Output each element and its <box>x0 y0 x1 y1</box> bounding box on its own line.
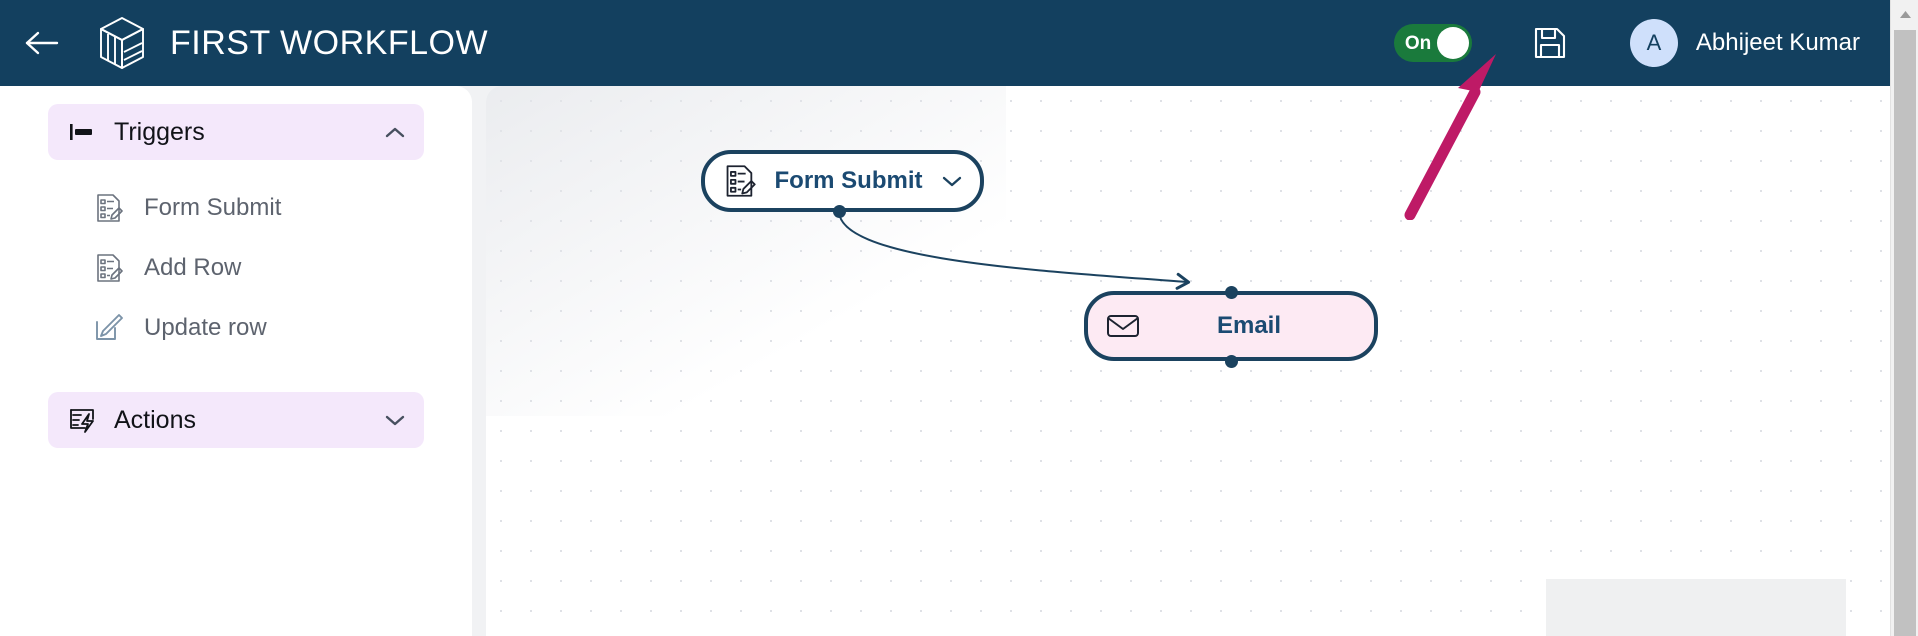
sidebar-item-label: Add Row <box>144 254 242 281</box>
workflow-canvas[interactable]: Form Submit Email <box>486 86 1890 636</box>
sidebar-section-label: Triggers <box>114 117 205 146</box>
sidebar-item-label: Form Submit <box>144 194 282 221</box>
scroll-up-button[interactable] <box>1891 0 1918 28</box>
user-name: Abhijeet Kumar <box>1695 29 1860 56</box>
canvas-sheen <box>486 86 1006 416</box>
node-input-port[interactable] <box>1225 286 1238 299</box>
node-email[interactable]: Email <box>1084 291 1378 361</box>
node-output-port[interactable] <box>1225 355 1238 368</box>
node-form-submit[interactable]: Form Submit <box>701 150 984 212</box>
toggle-knob <box>1436 27 1469 59</box>
sidebar-section-actions[interactable]: Actions <box>48 392 424 448</box>
floppy-disk-save-icon <box>1534 27 1565 59</box>
sidebar-item-label: Update row <box>144 314 267 341</box>
edge-form-submit-to-email <box>838 211 1191 290</box>
sidebar-section-triggers[interactable]: Triggers <box>48 104 424 160</box>
actions-lightning-icon <box>68 405 98 435</box>
sidebar-section-label: Actions <box>114 405 196 434</box>
cube-logo-icon <box>96 15 148 71</box>
arrow-left-icon <box>25 31 59 55</box>
chevron-up-icon[interactable] <box>384 121 406 143</box>
page-scrollbar[interactable] <box>1890 0 1918 636</box>
page-title: FIRST WORKFLOW <box>170 23 489 62</box>
triangle-up-icon <box>1899 10 1911 18</box>
app-header: FIRST WORKFLOW On A Abhijeet Kumar <box>0 0 1890 86</box>
scrollbar-thumb[interactable] <box>1894 30 1916 636</box>
form-document-icon <box>94 253 124 283</box>
chevron-down-icon[interactable] <box>384 409 406 431</box>
sidebar-item-update-row[interactable]: Update row <box>0 298 472 358</box>
triggers-item-list: Form Submit Add Row Update row <box>0 160 472 364</box>
edit-pencil-square-icon <box>94 313 124 343</box>
bottom-info-panel <box>1546 579 1846 636</box>
node-label: Email <box>1216 312 1282 339</box>
avatar: A <box>1629 19 1678 67</box>
edge-layer <box>838 211 1191 290</box>
envelope-icon <box>1106 309 1140 343</box>
form-document-icon <box>723 164 757 198</box>
toggle-label: On <box>1404 32 1432 54</box>
node-library-sidebar: Triggers Form Submit Add Row Update row … <box>0 86 472 636</box>
user-menu[interactable]: A Abhijeet Kumar <box>1629 19 1860 67</box>
workflow-enable-toggle[interactable]: On <box>1393 24 1472 62</box>
back-button[interactable] <box>14 15 70 71</box>
save-button[interactable] <box>1528 21 1572 65</box>
editor-body: Triggers Form Submit Add Row Update row … <box>0 86 1890 636</box>
workflow-editor-app: FIRST WORKFLOW On A Abhijeet Kumar Trigg… <box>0 0 1918 636</box>
chevron-down-icon[interactable] <box>940 169 964 193</box>
node-output-port[interactable] <box>833 205 846 218</box>
node-label: Form Submit <box>774 167 923 194</box>
sidebar-item-form-submit[interactable]: Form Submit <box>0 178 472 238</box>
form-document-icon <box>94 193 124 223</box>
trigger-flag-icon <box>68 117 98 147</box>
sidebar-item-add-row[interactable]: Add Row <box>0 238 472 298</box>
